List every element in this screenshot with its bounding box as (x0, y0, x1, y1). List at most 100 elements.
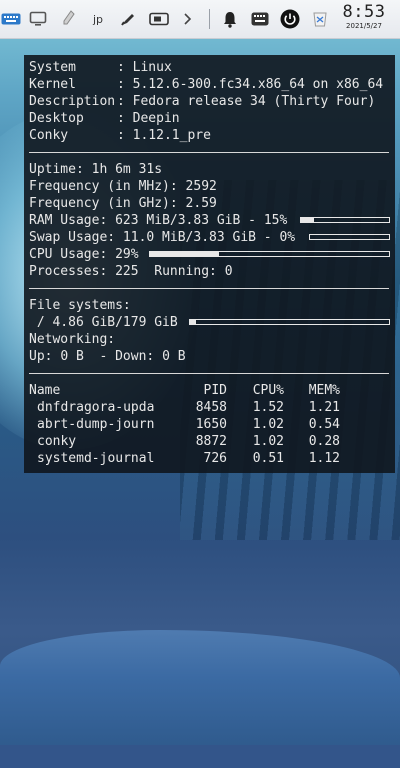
ram-row: RAM Usage: 623 MiB/3.83 GiB - 15% (29, 212, 395, 229)
process-name: systemd-journal (37, 451, 155, 466)
process-mem: 0.28 (308, 434, 340, 449)
freq-mhz-label: Frequency (in MHz): (29, 179, 178, 194)
kernel-label: Kernel (29, 77, 76, 92)
process-cpu: 0.51 (252, 451, 284, 466)
process-pid: 726 (203, 451, 227, 466)
swap-usage-bar (309, 234, 390, 240)
ram-label: RAM Usage: (29, 213, 108, 228)
process-name: conky (37, 434, 77, 449)
power-icon[interactable] (278, 0, 302, 38)
cpu-value: 29% (115, 247, 139, 262)
chevron-right-icon[interactable] (178, 0, 198, 38)
clock[interactable]: 8:53 2021/5/27 (338, 3, 390, 31)
process-table: Name PID CPU% MEM% dnfdragora-upda 8458 1.52 1… (29, 382, 395, 467)
system-value: Linux (132, 60, 172, 75)
filesystems-row: File systems: (29, 297, 395, 314)
up-value: 0 B (60, 349, 84, 364)
processes-label: Processes: (29, 264, 108, 279)
process-cpu: 1.02 (252, 417, 284, 432)
process-mem: 0.54 (308, 417, 340, 432)
filesystems-label: File systems: (29, 298, 131, 313)
system-label: System (29, 60, 76, 75)
running-label: Running: (154, 264, 217, 279)
process-pid: 1650 (195, 417, 227, 432)
freq-ghz-row: Frequency (in GHz): 2.59 (29, 195, 395, 212)
uptime-row: Uptime: 1h 6m 31s (29, 161, 395, 178)
card-reader-icon[interactable] (146, 0, 172, 38)
clock-time: 8:53 (342, 2, 386, 22)
process-cpu: 1.02 (252, 434, 284, 449)
cpu-usage-bar (149, 251, 390, 257)
root-fs-bar (189, 319, 390, 325)
ram-value: 623 MiB/3.83 GiB - 15% (115, 213, 288, 228)
divider (29, 152, 389, 153)
desktop-label: Desktop (29, 111, 84, 126)
description-label: Description (29, 94, 116, 109)
divider (29, 288, 389, 289)
root-fs-fill (190, 320, 196, 324)
root-fs-value: / 4.86 GiB/179 GiB (29, 315, 178, 330)
up-label: Up: (29, 349, 53, 364)
table-row: abrt-dump-journ 1650 1.02 0.54 (29, 416, 395, 433)
cpu-label: CPU Usage: (29, 247, 108, 262)
root-fs-row: / 4.86 GiB/179 GiB (29, 314, 395, 331)
process-cpu: 1.52 (252, 400, 284, 415)
bell-icon[interactable] (218, 0, 242, 38)
stats-section: Uptime: 1h 6m 31s Frequency (in MHz): 25… (29, 161, 395, 280)
conky-panel: System: Linux Kernel: 5.12.6-300.fc34.x8… (24, 55, 395, 473)
freq-ghz-value: 2.59 (185, 196, 217, 211)
processes-value: 225 (115, 264, 139, 279)
process-mem: 1.12 (308, 451, 340, 466)
processes-row: Processes: 225 Running: 0 (29, 263, 395, 280)
header-name: Name (29, 383, 61, 398)
system-row: System: Linux (29, 60, 172, 75)
pin-icon[interactable] (56, 0, 80, 38)
freq-ghz-label: Frequency (in GHz): (29, 196, 178, 211)
cpu-usage-fill (150, 252, 220, 256)
filesystem-section: File systems: / 4.86 GiB/179 GiB Network… (29, 297, 395, 365)
process-table-header: Name PID CPU% MEM% (29, 382, 395, 399)
uptime-value: 1h 6m 31s (91, 162, 163, 177)
conky-value: 1.12.1_pre (132, 128, 211, 143)
process-pid: 8458 (195, 400, 227, 415)
running-value: 0 (224, 264, 233, 279)
down-label: - Down: (99, 349, 155, 364)
pen-icon[interactable] (116, 0, 140, 38)
networking-row: Networking: (29, 331, 395, 348)
desktop-icon[interactable] (26, 0, 50, 38)
process-name: abrt-dump-journ (37, 417, 155, 432)
uptime-label: Uptime: (29, 162, 84, 177)
header-mem: MEM% (308, 383, 340, 398)
wallpaper-ground (0, 745, 400, 768)
ram-usage-fill (301, 218, 315, 222)
desktop-row: Desktop: Deepin (29, 111, 180, 126)
down-value: 0 B (162, 349, 186, 364)
panel-separator (209, 9, 210, 29)
system-info-section: System: Linux Kernel: 5.12.6-300.fc34.x8… (29, 59, 395, 144)
ram-usage-bar (300, 217, 390, 223)
cpu-row: CPU Usage: 29% (29, 246, 395, 263)
clock-date: 2021/5/27 (346, 22, 382, 30)
ime-label: jp (92, 12, 104, 26)
header-pid: PID (203, 383, 227, 398)
freq-mhz-row: Frequency (in MHz): 2592 (29, 178, 395, 195)
table-row: systemd-journal 726 0.51 1.12 (29, 450, 395, 467)
description-value: Fedora release 34 (Thirty Four) (132, 94, 376, 109)
networking-label: Networking: (29, 332, 116, 347)
conky-label: Conky (29, 128, 69, 143)
divider (29, 373, 389, 374)
onscreen-keyboard-icon[interactable] (248, 0, 272, 38)
process-name: dnfdragora-upda (37, 400, 155, 415)
desktop-value: Deepin (132, 111, 180, 126)
trash-icon[interactable] (308, 0, 332, 38)
conky-version-row: Conky: 1.12.1_pre (29, 128, 211, 143)
kernel-value: 5.12.6-300.fc34.x86_64 on x86_64 (132, 77, 384, 92)
process-pid: 8872 (195, 434, 227, 449)
keyboard-icon[interactable] (0, 0, 22, 38)
ime-icon[interactable]: jp (86, 0, 110, 38)
swap-value: 11.0 MiB/3.83 GiB - 0% (122, 230, 296, 245)
network-speed-row: Up: 0 B - Down: 0 B (29, 348, 395, 365)
swap-label: Swap Usage: (29, 230, 116, 245)
header-cpu: CPU% (252, 383, 284, 398)
freq-mhz-value: 2592 (185, 179, 217, 194)
